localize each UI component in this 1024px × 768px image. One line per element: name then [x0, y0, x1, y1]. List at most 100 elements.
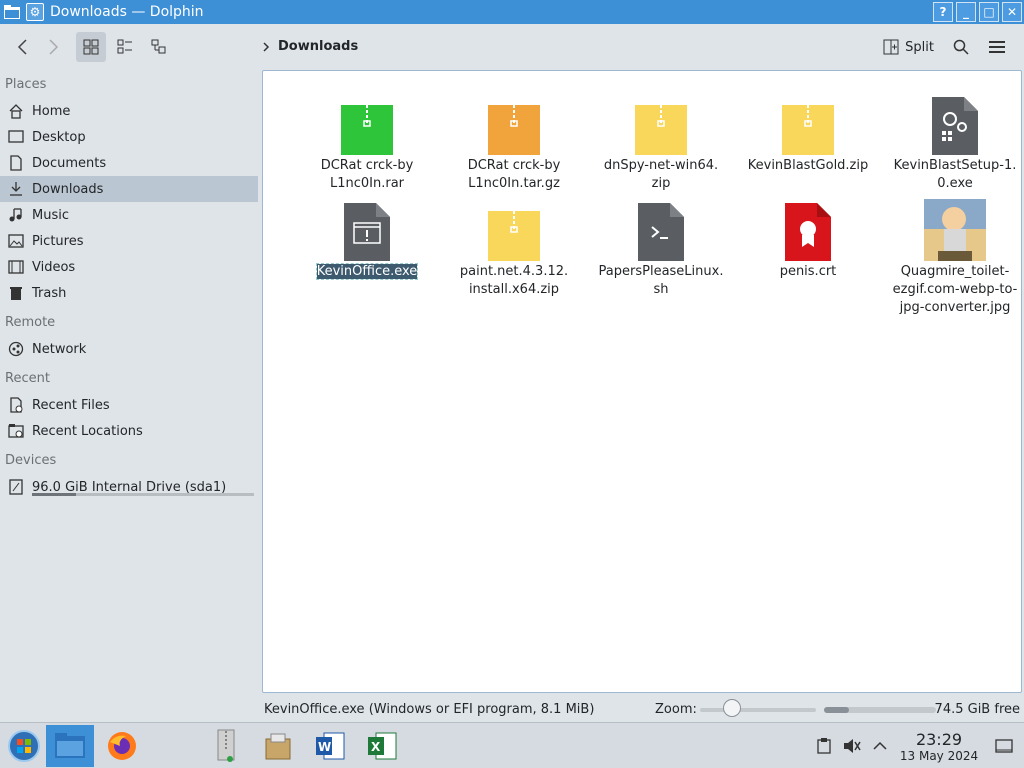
sidebar-item-recent-files[interactable]: Recent Files: [0, 392, 258, 418]
downloads-icon: [8, 181, 24, 197]
file-item[interactable]: paint.net.4.3.12. install.x64.zip: [444, 197, 584, 299]
places-panel: Places Home Desktop Documents Downloads …: [0, 72, 262, 698]
sidebar-item-documents[interactable]: Documents: [0, 150, 258, 176]
icons-view-button[interactable]: [76, 32, 106, 62]
file-image-icon: [923, 197, 987, 261]
details-view-button[interactable]: [144, 32, 174, 62]
window-menu-icon[interactable]: ⚙: [26, 3, 44, 21]
sidebar-item-internal-drive[interactable]: 96.0 GiB Internal Drive (sda1): [0, 474, 258, 500]
file-name-line: ezgif.com-webp-to-: [892, 282, 1018, 297]
file-item[interactable]: Quagmire_toilet-ezgif.com-webp-to-jpg-co…: [885, 197, 1024, 317]
sidebar-item-downloads[interactable]: Downloads: [0, 176, 258, 202]
grid-icon: [83, 39, 99, 55]
file-item[interactable]: DCRat crck-by L1nc0In.tar.gz: [444, 91, 584, 193]
drive-usage-fill: [32, 493, 77, 496]
sidebar-item-pictures[interactable]: Pictures: [0, 228, 258, 254]
breadcrumb-downloads[interactable]: Downloads: [278, 39, 358, 54]
music-icon: [8, 207, 24, 223]
breadcrumb[interactable]: Downloads: [262, 39, 358, 54]
file-archive-icon: [335, 91, 399, 155]
documents-icon: [8, 155, 24, 171]
system-tray: 23:29 13 May 2024: [810, 723, 1024, 768]
sidebar-item-label: Videos: [32, 259, 76, 275]
file-item[interactable]: DCRat crck-by L1nc0In.rar: [297, 91, 437, 193]
sidebar-item-label: Pictures: [32, 233, 84, 249]
sidebar-item-label: Downloads: [32, 181, 104, 197]
forward-button[interactable]: [38, 32, 68, 62]
file-view[interactable]: DCRat crck-by L1nc0In.rar DCRat crck-by L1n…: [262, 70, 1022, 693]
file-name-line: paint.net.4.3.12.: [459, 264, 569, 279]
dolphin-icon[interactable]: [46, 725, 94, 767]
sidebar-item-label: Trash: [32, 285, 67, 301]
volume-muted-icon[interactable]: [838, 738, 866, 754]
file-cert-icon: [776, 197, 840, 261]
file-name-label: paint.net.4.3.12. install.x64.zip: [444, 263, 584, 299]
file-name-label: penis.crt: [738, 263, 878, 281]
zoom-slider-handle[interactable]: [723, 699, 741, 717]
file-name-label: KevinBlastGold.zip: [738, 157, 878, 175]
split-button[interactable]: Split: [877, 35, 940, 59]
file-name-line: L1nc0In.tar.gz: [468, 176, 560, 191]
file-name-line: Quagmire_toilet-: [900, 264, 1010, 279]
sidebar-item-trash[interactable]: Trash: [0, 280, 258, 306]
sidebar-item-music[interactable]: Music: [0, 202, 258, 228]
clock-date: 13 May 2024: [899, 748, 979, 763]
package-installer-icon[interactable]: [254, 725, 302, 767]
file-name-line: KevinBlastSetup-1.: [893, 158, 1017, 173]
sidebar-item-label: Music: [32, 207, 69, 223]
file-item[interactable]: PapersPleaseLinux. sh: [591, 197, 731, 299]
clock-time: 23:29: [915, 729, 963, 749]
menu-button[interactable]: [982, 32, 1012, 62]
show-desktop-icon[interactable]: [984, 739, 1024, 753]
svg-text:W: W: [318, 740, 331, 754]
compact-view-button[interactable]: [110, 32, 140, 62]
recent-locations-icon: [8, 423, 24, 439]
close-button[interactable]: ✕: [1002, 2, 1022, 22]
file-name-line: zip: [651, 176, 671, 191]
sidebar-item-desktop[interactable]: Desktop: [0, 124, 258, 150]
file-item[interactable]: dnSpy-net-win64. zip: [591, 91, 731, 193]
file-name-line: DCRat crck-by: [320, 158, 414, 173]
file-name-line: sh: [653, 282, 669, 297]
file-item[interactable]: KevinBlastGold.zip: [738, 91, 878, 175]
minimize-button[interactable]: _: [956, 2, 976, 22]
file-name-label: dnSpy-net-win64. zip: [591, 157, 731, 193]
free-space-bar: [824, 707, 936, 713]
archive-manager-icon[interactable]: [202, 725, 250, 767]
desktop-icon: [8, 129, 24, 145]
excel-icon[interactable]: X: [358, 725, 406, 767]
sidebar-item-home[interactable]: Home: [0, 98, 258, 124]
word-icon[interactable]: W: [306, 725, 354, 767]
search-button[interactable]: [946, 32, 976, 62]
free-space-label: 74.5 GiB free: [934, 701, 1020, 717]
zoom-slider[interactable]: [700, 708, 816, 712]
help-button[interactable]: ?: [933, 2, 953, 22]
sidebar-item-network[interactable]: Network: [0, 336, 258, 362]
sidebar-item-videos[interactable]: Videos: [0, 254, 258, 280]
sidebar-item-label: Documents: [32, 155, 107, 171]
hamburger-menu-icon: [989, 41, 1005, 53]
chevron-up-icon[interactable]: [866, 741, 894, 751]
sidebar-item-label: Recent Locations: [32, 423, 143, 439]
clock[interactable]: 23:29 13 May 2024: [894, 730, 984, 763]
file-item[interactable]: KevinBlastSetup-1. 0.exe: [885, 91, 1024, 193]
file-name-label: KevinBlastSetup-1. 0.exe: [885, 157, 1024, 193]
svg-text:X: X: [371, 740, 381, 754]
file-archive-icon: [482, 197, 546, 261]
file-item[interactable]: KevinOffice.exe: [297, 197, 437, 281]
file-name-label: DCRat crck-by L1nc0In.tar.gz: [444, 157, 584, 193]
clipboard-icon[interactable]: [810, 738, 838, 754]
sidebar-item-label: Home: [32, 103, 71, 119]
sidebar-item-recent-locations[interactable]: Recent Locations: [0, 418, 258, 444]
file-name-line: dnSpy-net-win64.: [603, 158, 719, 173]
start-orb-icon[interactable]: [0, 725, 48, 767]
firefox-icon[interactable]: [98, 725, 146, 767]
back-button[interactable]: [8, 32, 38, 62]
window-title: Downloads — Dolphin: [50, 4, 204, 20]
search-icon: [953, 39, 969, 55]
free-space-fill: [824, 707, 849, 713]
file-item[interactable]: penis.crt: [738, 197, 878, 281]
folder-app-icon[interactable]: [2, 2, 22, 22]
maximize-button[interactable]: □: [979, 2, 999, 22]
toolbar: Downloads Split: [0, 24, 1024, 70]
